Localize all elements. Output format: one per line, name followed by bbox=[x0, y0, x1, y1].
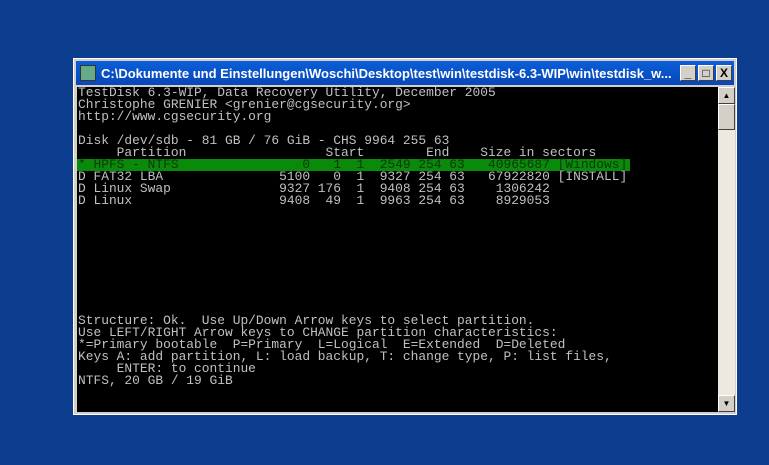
app-icon[interactable] bbox=[80, 65, 96, 81]
maximize-button[interactable]: □ bbox=[698, 65, 714, 81]
partition-row[interactable]: D Linux 9408 49 1 9963 254 63 8929053 bbox=[77, 194, 718, 207]
vertical-scrollbar[interactable]: ▲ ▼ bbox=[718, 87, 735, 412]
console-line: http://www.cgsecurity.org bbox=[78, 109, 272, 124]
close-button[interactable]: X bbox=[716, 65, 732, 81]
scroll-thumb[interactable] bbox=[718, 104, 735, 130]
title-bar[interactable]: C:\Dokumente und Einstellungen\Woschi\De… bbox=[76, 61, 734, 85]
console-output[interactable]: TestDisk 6.3-WIP, Data Recovery Utility,… bbox=[77, 87, 718, 412]
console-line: NTFS, 20 GB / 19 GiB bbox=[78, 373, 233, 388]
scroll-down-arrow-icon[interactable]: ▼ bbox=[718, 395, 735, 412]
window-title: C:\Dokumente und Einstellungen\Woschi\De… bbox=[101, 65, 672, 81]
scroll-up-arrow-icon[interactable]: ▲ bbox=[718, 87, 735, 104]
minimize-button[interactable]: _ bbox=[680, 65, 696, 81]
testdisk-console-window: C:\Dokumente und Einstellungen\Woschi\De… bbox=[73, 58, 737, 415]
